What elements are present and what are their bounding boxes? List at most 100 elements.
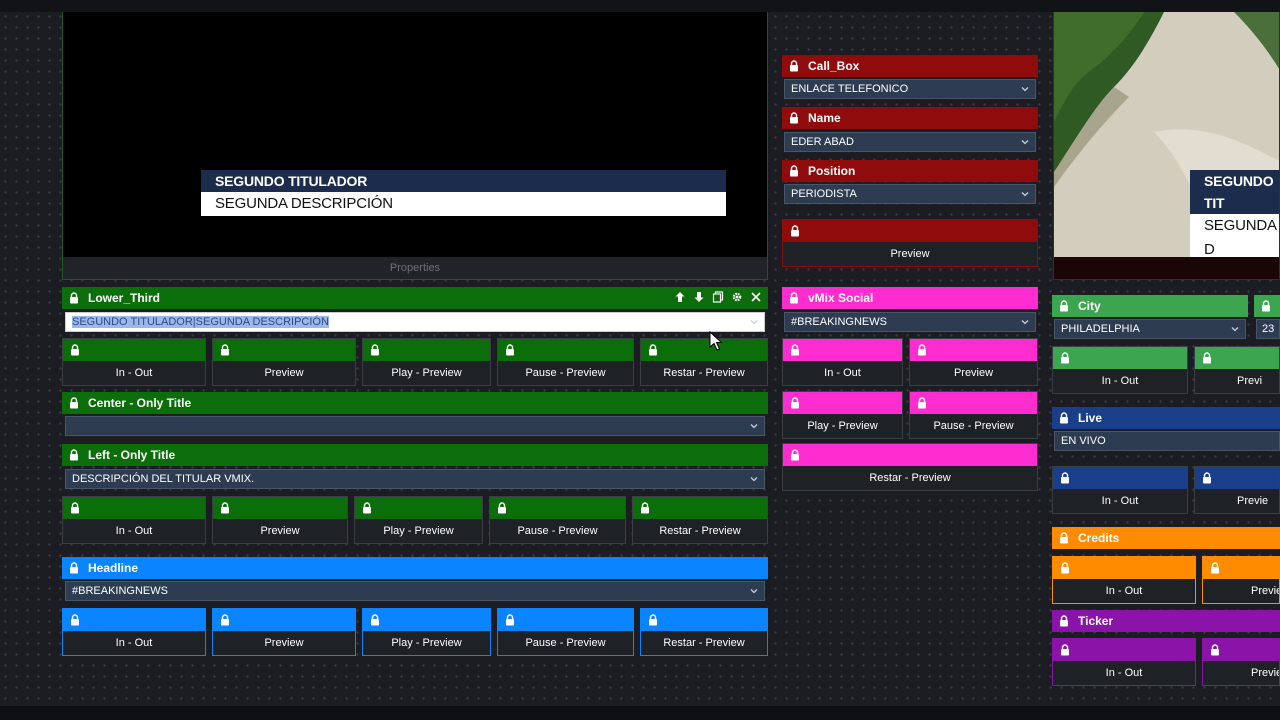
gear-icon[interactable] (731, 291, 743, 303)
chevron-down-icon[interactable] (750, 318, 758, 326)
lower-third-name: Lower_Third (88, 291, 161, 305)
lock-icon (1060, 562, 1070, 574)
headline-header: Headline (62, 557, 768, 579)
chevron-down-icon[interactable] (750, 475, 758, 483)
headline-pause-preview-button[interactable]: Pause - Preview (497, 608, 634, 656)
lock-icon (1060, 644, 1070, 656)
lock-icon[interactable] (1059, 300, 1069, 312)
lock-icon (1060, 472, 1070, 484)
credits-header: Credits (1052, 527, 1280, 549)
name-input[interactable]: EDER ABAD (784, 132, 1036, 152)
lock-icon (220, 502, 230, 514)
lower-third-input[interactable]: SEGUNDO TITULADOR|SEGUNDA DESCRIPCIÓN (65, 312, 765, 332)
lock-icon (370, 614, 380, 626)
credits-preview-button[interactable]: Previe (1202, 556, 1280, 604)
city-side-input[interactable]: 23 (1256, 319, 1280, 339)
lock-icon (790, 225, 800, 237)
mouse-cursor-icon (709, 331, 723, 351)
credits-name: Credits (1078, 531, 1120, 545)
call-box-header: Call_Box (782, 55, 1038, 77)
chevron-down-icon[interactable] (1021, 190, 1029, 198)
lower-third-value: SEGUNDO TITULADOR|SEGUNDA DESCRIPCIÓN (72, 316, 329, 328)
headline-restar-preview-button[interactable]: Restar - Preview (640, 608, 768, 656)
vmix-social-preview-button[interactable]: Preview (909, 338, 1038, 386)
lock-icon (220, 344, 230, 356)
copy-icon[interactable] (712, 291, 724, 303)
arrow-up-icon[interactable] (674, 291, 686, 303)
lock-icon[interactable] (789, 165, 799, 177)
call-box-name: Call_Box (808, 59, 860, 73)
position-label: Position (808, 164, 856, 178)
lock-icon[interactable] (1059, 412, 1069, 424)
lock-icon[interactable] (69, 449, 79, 461)
live-input[interactable]: EN VIVO (1054, 431, 1280, 451)
position-input[interactable]: PERIODISTA (784, 184, 1036, 204)
headline-in-out-button[interactable]: In - Out (62, 608, 206, 656)
lower-third-in-out-button[interactable]: In - Out (62, 338, 206, 386)
vmix-social-play-preview-button[interactable]: Play - Preview (782, 391, 903, 439)
chevron-down-icon[interactable] (750, 587, 758, 595)
vmix-social-in-out-button[interactable]: In - Out (782, 338, 903, 386)
lock-icon[interactable] (789, 112, 799, 124)
left-only-title-name: Left - Only Title (88, 448, 176, 462)
city-name: City (1078, 299, 1101, 313)
lock-icon[interactable] (1261, 300, 1271, 312)
lock-icon (70, 614, 80, 626)
close-icon[interactable] (750, 291, 762, 303)
properties-label[interactable]: Properties (63, 257, 767, 279)
city-input[interactable]: PHILADELPHIA (1054, 319, 1246, 339)
vmix-social-input[interactable]: #BREAKINGNEWS (784, 312, 1036, 332)
lock-icon (917, 397, 927, 409)
lock-icon[interactable] (1059, 532, 1069, 544)
ticker-preview-button[interactable]: Previe (1202, 638, 1280, 686)
left-only-title-preview-button[interactable]: Preview (212, 496, 348, 544)
chevron-down-icon[interactable] (1231, 325, 1239, 333)
chevron-down-icon[interactable] (1021, 85, 1029, 93)
lower-third-pause-preview-button[interactable]: Pause - Preview (497, 338, 634, 386)
left-only-title-pause-preview-button[interactable]: Pause - Preview (489, 496, 626, 544)
headline-play-preview-button[interactable]: Play - Preview (362, 608, 491, 656)
center-only-title-input[interactable] (65, 416, 765, 436)
left-only-title-in-out-button[interactable]: In - Out (62, 496, 206, 544)
vmix-social-name: vMix Social (808, 291, 874, 305)
lower-third-restar-preview-button[interactable]: Restar - Preview (640, 338, 768, 386)
headline-preview-button[interactable]: Preview (212, 608, 356, 656)
lock-icon[interactable] (69, 397, 79, 409)
name-label: Name (808, 111, 841, 125)
vmix-social-pause-preview-button[interactable]: Pause - Preview (909, 391, 1038, 439)
lock-icon (70, 344, 80, 356)
lower-third-header: Lower_Third (62, 287, 768, 309)
ticker-in-out-button[interactable]: In - Out (1052, 638, 1196, 686)
call-box-input[interactable]: ENLACE TELEFONICO (784, 79, 1036, 99)
ticker-header: Ticker (1052, 610, 1280, 632)
headline-input[interactable]: #BREAKINGNEWS (65, 581, 765, 601)
live-preview-button[interactable]: Previe (1194, 466, 1280, 514)
call-box-preview-button[interactable]: Preview (782, 219, 1038, 267)
lock-icon[interactable] (69, 292, 79, 304)
credits-in-out-button[interactable]: In - Out (1052, 556, 1196, 604)
lock-icon (505, 344, 515, 356)
beach-lower-third-title: SEGUNDO TIT (1190, 170, 1279, 214)
lock-icon[interactable] (1059, 615, 1069, 627)
lock-icon[interactable] (69, 562, 79, 574)
lower-third-graphic: SEGUNDO TITULADOR SEGUNDA DESCRIPCIÓN (201, 170, 726, 216)
chevron-down-icon[interactable] (1021, 318, 1029, 326)
live-in-out-button[interactable]: In - Out (1052, 466, 1188, 514)
vmix-social-restar-preview-button[interactable]: Restar - Preview (782, 443, 1038, 491)
chevron-down-icon[interactable] (750, 422, 758, 430)
lower-third-play-preview-button[interactable]: Play - Preview (362, 338, 491, 386)
left-only-title-input[interactable]: DESCRIPCIÓN DEL TITULAR VMIX. (65, 469, 765, 489)
lock-icon[interactable] (789, 292, 799, 304)
lock-icon (1202, 352, 1212, 364)
lower-third-preview-button[interactable]: Preview (212, 338, 356, 386)
lock-icon (648, 614, 658, 626)
name-header: Name (782, 107, 1038, 129)
city-in-out-button[interactable]: In - Out (1052, 346, 1188, 394)
live-header: Live (1052, 407, 1280, 429)
arrow-down-icon[interactable] (693, 291, 705, 303)
left-only-title-restar-preview-button[interactable]: Restar - Preview (632, 496, 768, 544)
lock-icon[interactable] (789, 60, 799, 72)
left-only-title-play-preview-button[interactable]: Play - Preview (354, 496, 483, 544)
chevron-down-icon[interactable] (1021, 138, 1029, 146)
city-preview-button[interactable]: Previ (1194, 346, 1280, 394)
